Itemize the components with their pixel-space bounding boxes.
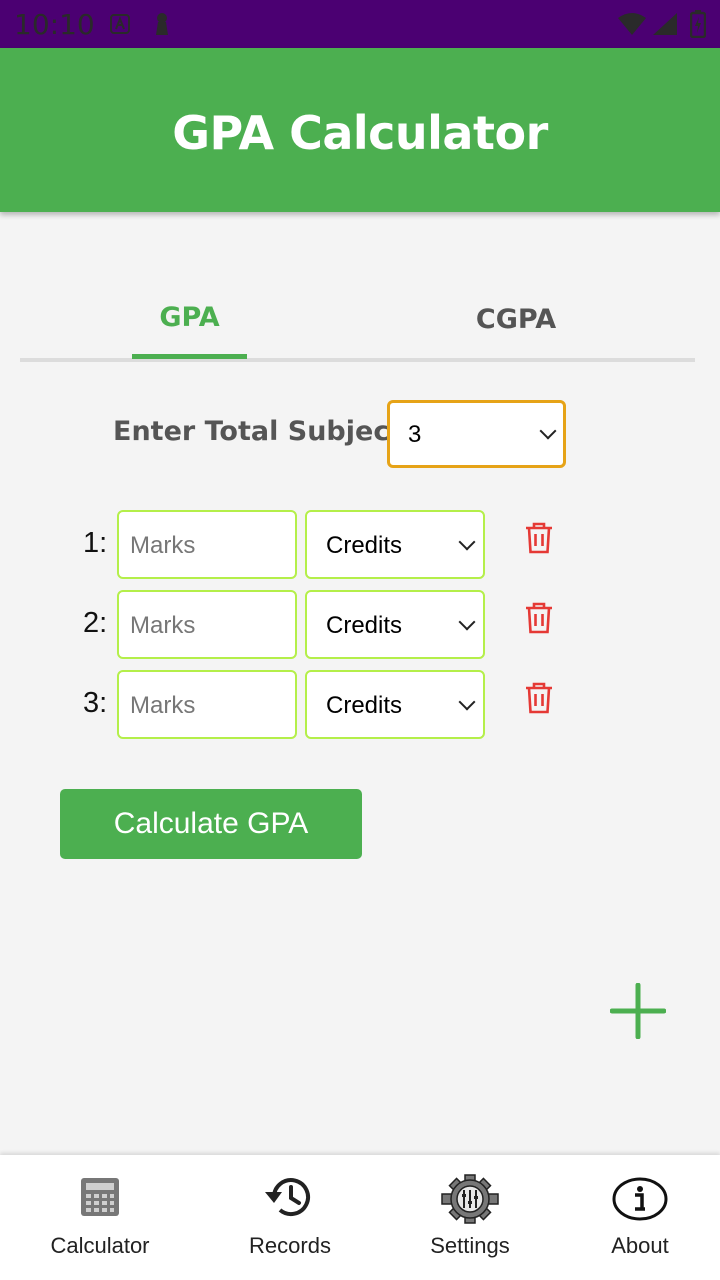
info-icon: [612, 1177, 668, 1221]
trash-icon[interactable]: [525, 602, 553, 634]
nav-label-settings: Settings: [430, 1233, 510, 1258]
credits-value: Credits: [326, 692, 403, 719]
trash-icon[interactable]: [525, 522, 553, 554]
history-icon: [265, 1178, 310, 1216]
chevron-down-icon: [458, 693, 476, 711]
tab-divider: [20, 358, 695, 362]
marks-placeholder: Marks: [130, 532, 196, 559]
bottom-navigation: Calculator Records Settings About: [0, 1155, 720, 1280]
marks-placeholder: Marks: [130, 612, 196, 639]
chevron-down-icon: [458, 613, 476, 631]
subject-index: 2:: [83, 607, 108, 639]
credits-select[interactable]: Credits: [305, 670, 485, 739]
notification-a-icon: [110, 14, 130, 34]
credits-value: Credits: [326, 532, 403, 559]
marks-input[interactable]: Marks: [117, 590, 297, 659]
subject-index: 1:: [83, 527, 108, 559]
app-bar: GPA Calculator: [0, 48, 720, 212]
nav-item-records[interactable]: Records: [220, 1155, 360, 1280]
total-subjects-value: 3: [408, 421, 422, 448]
nav-label-records: Records: [249, 1233, 331, 1258]
tab-active-indicator: [132, 354, 247, 359]
status-bar: 10:10: [0, 0, 720, 48]
status-time: 10:10: [14, 8, 95, 41]
credits-select[interactable]: Credits: [305, 510, 485, 579]
calculate-gpa-button[interactable]: Calculate GPA: [60, 789, 362, 859]
add-subject-plus-icon[interactable]: [610, 983, 666, 1039]
app-title: GPA Calculator: [172, 106, 548, 160]
tab-bar: GPA CGPA: [20, 290, 695, 362]
marks-placeholder: Marks: [130, 692, 196, 719]
tab-cgpa[interactable]: CGPA: [460, 292, 572, 360]
tab-gpa[interactable]: GPA: [132, 290, 247, 358]
chevron-down-icon: [539, 422, 557, 440]
nav-item-about[interactable]: About: [570, 1155, 710, 1280]
nav-label-calculator: Calculator: [50, 1233, 150, 1258]
chevron-down-icon: [458, 533, 476, 551]
marks-input[interactable]: Marks: [117, 510, 297, 579]
keyhole-icon: [156, 13, 168, 35]
total-subjects-select[interactable]: 3: [387, 400, 566, 468]
nav-item-calculator[interactable]: Calculator: [30, 1155, 170, 1280]
marks-input[interactable]: Marks: [117, 670, 297, 739]
credits-value: Credits: [326, 612, 403, 639]
nav-item-settings[interactable]: Settings: [400, 1155, 540, 1280]
credits-select[interactable]: Credits: [305, 590, 485, 659]
nav-label-about: About: [611, 1233, 669, 1258]
settings-gear-icon: [441, 1174, 499, 1224]
subject-index: 3:: [83, 687, 108, 719]
total-subjects-label: Enter Total Subjects:: [113, 416, 430, 447]
signal-icon: [653, 13, 677, 35]
trash-icon[interactable]: [525, 682, 553, 714]
calculator-icon: [81, 1178, 119, 1216]
battery-icon: [690, 10, 706, 38]
wifi-icon: [618, 13, 646, 35]
